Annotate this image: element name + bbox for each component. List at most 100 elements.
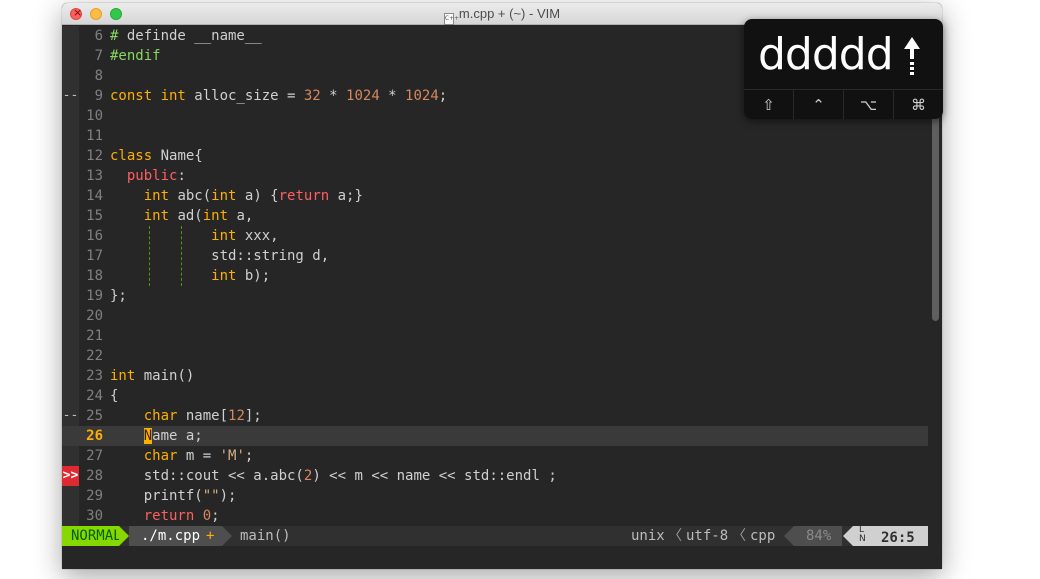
line-text: # definde __name__	[110, 26, 262, 46]
line-number: 13	[86, 168, 103, 184]
line-number: 15	[86, 208, 103, 224]
control-key-icon: ⌃	[794, 90, 844, 119]
diff-sign	[62, 246, 79, 266]
code-token: #endif	[110, 48, 161, 64]
code-token: int	[143, 188, 170, 204]
code-token: name[	[177, 408, 229, 424]
code-line[interactable]: 24 {	[62, 386, 928, 406]
code-line[interactable]: 21	[62, 326, 928, 346]
diff-sign	[62, 426, 79, 446]
code-token: 'M'	[219, 448, 245, 464]
diff-sign	[62, 146, 79, 166]
code-token: a,	[228, 208, 254, 224]
code-token: main()	[135, 368, 195, 384]
code-line[interactable]: 12 class Name{	[62, 146, 928, 166]
file-encoding: utf-8	[686, 528, 729, 544]
code-token: b);	[236, 268, 271, 284]
diff-sign	[62, 386, 79, 406]
file-format: unix	[631, 528, 665, 544]
cursor-position: 26:5	[881, 530, 915, 546]
line-number: 21	[86, 328, 103, 344]
code-token: *	[320, 88, 347, 104]
code-token: alloc_size =	[185, 88, 304, 104]
code-token: int	[143, 208, 170, 224]
line-text: class Name{	[110, 146, 203, 166]
code-token: #	[110, 28, 127, 44]
keystroke-overlay: ddddd ⇧ ⌃ ⌥ ⌘	[744, 19, 943, 119]
line-number: 29	[86, 488, 103, 504]
code-line[interactable]: 18 int b);	[62, 266, 928, 286]
code-token: };	[110, 288, 127, 304]
diff-sign	[62, 446, 79, 466]
code-token: char	[143, 408, 178, 424]
code-line[interactable]: -- 25 char name[12];	[62, 406, 928, 426]
code-token: a) {	[236, 188, 279, 204]
code-token: 12	[228, 408, 245, 424]
line-text: {	[110, 386, 118, 406]
code-token: 1024	[405, 88, 439, 104]
option-key-icon: ⌥	[844, 90, 894, 119]
line-number: 17	[86, 248, 103, 264]
text-cursor: N	[143, 428, 153, 444]
code-line[interactable]: 29 printf("");	[62, 486, 928, 506]
line-number: 10	[86, 108, 103, 124]
line-number: 11	[86, 128, 103, 144]
diff-sign	[62, 326, 79, 346]
line-number: 23	[86, 368, 103, 384]
code-line[interactable]: 23 int main()	[62, 366, 928, 386]
percent-separator-arrow	[784, 526, 794, 546]
code-line[interactable]: 17 std::string d,	[62, 246, 928, 266]
status-line: NORMAL ./m.cpp + main() unix 〈 utf-8 〈 cp…	[62, 526, 928, 546]
code-token: return	[143, 508, 195, 524]
code-token: a;}	[329, 188, 363, 204]
code-line[interactable]: 14 int abc(int a) {return a;}	[62, 186, 928, 206]
code-token: xxx,	[236, 228, 279, 244]
code-line[interactable]: 20	[62, 306, 928, 326]
code-token: int	[211, 228, 237, 244]
code-line[interactable]: 22	[62, 346, 928, 366]
arrow-up-icon	[904, 37, 920, 75]
code-line[interactable]: 13 public:	[62, 166, 928, 186]
code-line[interactable]: 27 char m = 'M';	[62, 446, 928, 466]
line-text: std::cout << a.abc(2) << m << name << st…	[110, 466, 557, 486]
line-number: 26	[86, 428, 103, 444]
line-text: char name[12];	[110, 406, 262, 426]
code-token: *	[379, 88, 406, 104]
code-token: ad(	[169, 208, 203, 224]
code-line[interactable]: 30 return 0;	[62, 506, 928, 526]
code-line[interactable]: >> 28 std::cout << a.abc(2) << m << name …	[62, 466, 928, 486]
diff-sign	[62, 126, 79, 146]
code-token: 32	[303, 88, 321, 104]
code-token: ) << m << name << std::endl ;	[312, 468, 557, 484]
code-line[interactable]: 15 int ad(int a,	[62, 206, 928, 226]
line-number: 6	[94, 28, 103, 44]
line-number: 12	[86, 148, 103, 164]
code-line[interactable]: 11	[62, 126, 928, 146]
code-token: definde __name__	[126, 28, 262, 44]
code-line[interactable]: 26 Name a;	[62, 426, 928, 446]
modifier-keys: ⇧ ⌃ ⌥ ⌘	[744, 89, 943, 119]
code-line[interactable]: 16 int xxx,	[62, 226, 928, 246]
line-text: };	[110, 286, 127, 306]
window-title: m.cpp + (~) - VIM	[458, 6, 561, 21]
diff-sign	[62, 46, 79, 66]
line-text: Name a;	[110, 426, 203, 446]
line-number: 28	[86, 468, 103, 484]
diff-sign	[62, 206, 79, 226]
diff-sign	[62, 306, 79, 326]
file-segment: ./m.cpp +	[129, 526, 222, 546]
command-line[interactable]	[62, 546, 942, 569]
code-token: class	[110, 148, 153, 164]
line-number: 9	[94, 88, 103, 104]
diff-sign	[62, 506, 79, 526]
line-number: 25	[86, 408, 103, 424]
code-token: printf(	[110, 488, 203, 504]
line-number: 24	[86, 388, 103, 404]
line-text: int main()	[110, 366, 194, 386]
cursor-position-segment: L N 26:5	[853, 526, 928, 546]
position-separator-arrow	[843, 526, 853, 546]
code-line[interactable]: 19};	[62, 286, 928, 306]
